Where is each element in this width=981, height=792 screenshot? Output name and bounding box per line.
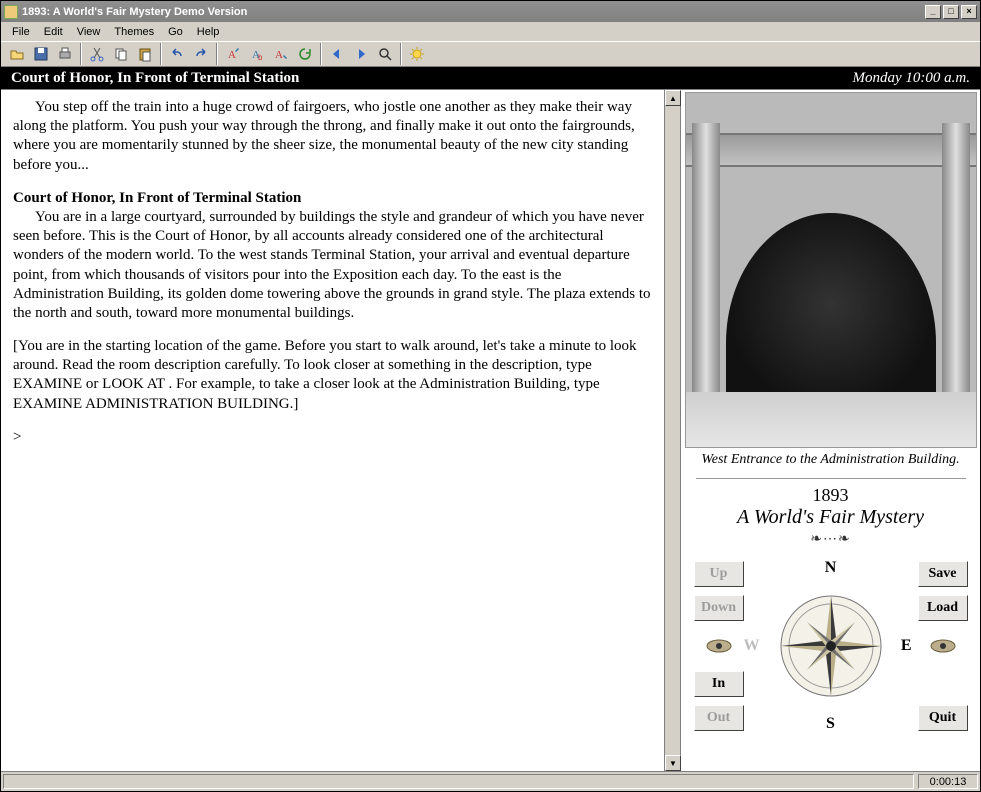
menu-help[interactable]: Help [190, 24, 227, 40]
paste-icon[interactable] [134, 43, 156, 65]
app-icon [4, 5, 18, 19]
maximize-button[interactable]: □ [943, 5, 959, 19]
cut-icon[interactable] [86, 43, 108, 65]
status-well [3, 774, 914, 789]
location-bar: Court of Honor, In Front of Terminal Sta… [1, 67, 980, 89]
location-time: Monday 10:00 a.m. [853, 70, 970, 87]
search-icon[interactable] [374, 43, 396, 65]
toolbar: A Ab A [1, 41, 980, 67]
nav-panel: Up Down In Out N S E W [691, 558, 971, 734]
compass-s[interactable]: S [826, 715, 835, 733]
svg-text:b: b [258, 53, 263, 62]
flourish-icon: ❧⋯❧ [810, 531, 850, 548]
room-title: Court of Honor, In Front of Terminal Sta… [13, 189, 654, 208]
nav-out-button[interactable]: Out [694, 705, 744, 731]
close-button[interactable]: × [961, 5, 977, 19]
copy-icon[interactable] [110, 43, 132, 65]
photo-caption: West Entrance to the Administration Buil… [699, 448, 961, 474]
scrollbar[interactable]: ▲ ▼ [664, 90, 680, 771]
compass-w[interactable]: W [744, 637, 760, 655]
hint-icon[interactable] [406, 43, 428, 65]
compass-rose-icon [771, 586, 891, 706]
story-para-2: You are in a large courtyard, surrounded… [13, 208, 654, 323]
redo-icon[interactable] [190, 43, 212, 65]
compass-e[interactable]: E [901, 637, 912, 655]
refresh-icon[interactable] [294, 43, 316, 65]
svg-text:A: A [275, 49, 283, 61]
font-icon-2[interactable]: Ab [246, 43, 268, 65]
nav-down-button[interactable]: Down [694, 595, 744, 621]
game-year: 1893 [813, 485, 849, 506]
menu-edit[interactable]: Edit [37, 24, 70, 40]
compass-n[interactable]: N [825, 559, 837, 577]
app-window: 1893: A World's Fair Mystery Demo Versio… [0, 0, 981, 792]
look-right-icon[interactable] [928, 638, 958, 654]
look-left-icon[interactable] [704, 638, 734, 654]
back-icon[interactable] [326, 43, 348, 65]
open-icon[interactable] [6, 43, 28, 65]
menu-themes[interactable]: Themes [107, 24, 161, 40]
statusbar: 0:00:13 [1, 771, 980, 791]
work-area: You step off the train into a huge crowd… [1, 89, 980, 771]
menu-go[interactable]: Go [161, 24, 190, 40]
forward-icon[interactable] [350, 43, 372, 65]
svg-text:A: A [228, 49, 236, 61]
scroll-down-button[interactable]: ▼ [665, 755, 681, 771]
divider [696, 478, 966, 479]
compass[interactable]: N S E W [756, 561, 906, 731]
undo-icon[interactable] [166, 43, 188, 65]
font-icon-3[interactable]: A [270, 43, 292, 65]
story-para-3: [You are in the starting location of the… [13, 337, 654, 414]
font-icon-1[interactable]: A [222, 43, 244, 65]
load-button[interactable]: Load [918, 595, 968, 621]
save-icon[interactable] [30, 43, 52, 65]
menu-file[interactable]: File [5, 24, 37, 40]
window-title: 1893: A World's Fair Mystery Demo Versio… [22, 6, 247, 18]
print-icon[interactable] [54, 43, 76, 65]
command-prompt[interactable]: > [13, 428, 654, 447]
menubar: File Edit View Themes Go Help [1, 22, 980, 41]
story-para-1: You step off the train into a huge crowd… [13, 98, 654, 175]
titlebar: 1893: A World's Fair Mystery Demo Versio… [1, 1, 980, 22]
location-photo [685, 92, 977, 448]
story-pane: You step off the train into a huge crowd… [1, 90, 680, 771]
game-subtitle: A World's Fair Mystery [737, 506, 924, 531]
scroll-up-button[interactable]: ▲ [665, 90, 681, 106]
story-text[interactable]: You step off the train into a huge crowd… [1, 90, 664, 771]
nav-in-button[interactable]: In [694, 671, 744, 697]
nav-up-button[interactable]: Up [694, 561, 744, 587]
location-name: Court of Honor, In Front of Terminal Sta… [11, 70, 299, 87]
menu-view[interactable]: View [70, 24, 108, 40]
save-button[interactable]: Save [918, 561, 968, 587]
quit-button[interactable]: Quit [918, 705, 968, 731]
side-panel: West Entrance to the Administration Buil… [680, 90, 980, 771]
status-time: 0:00:13 [918, 774, 978, 789]
minimize-button[interactable]: _ [925, 5, 941, 19]
